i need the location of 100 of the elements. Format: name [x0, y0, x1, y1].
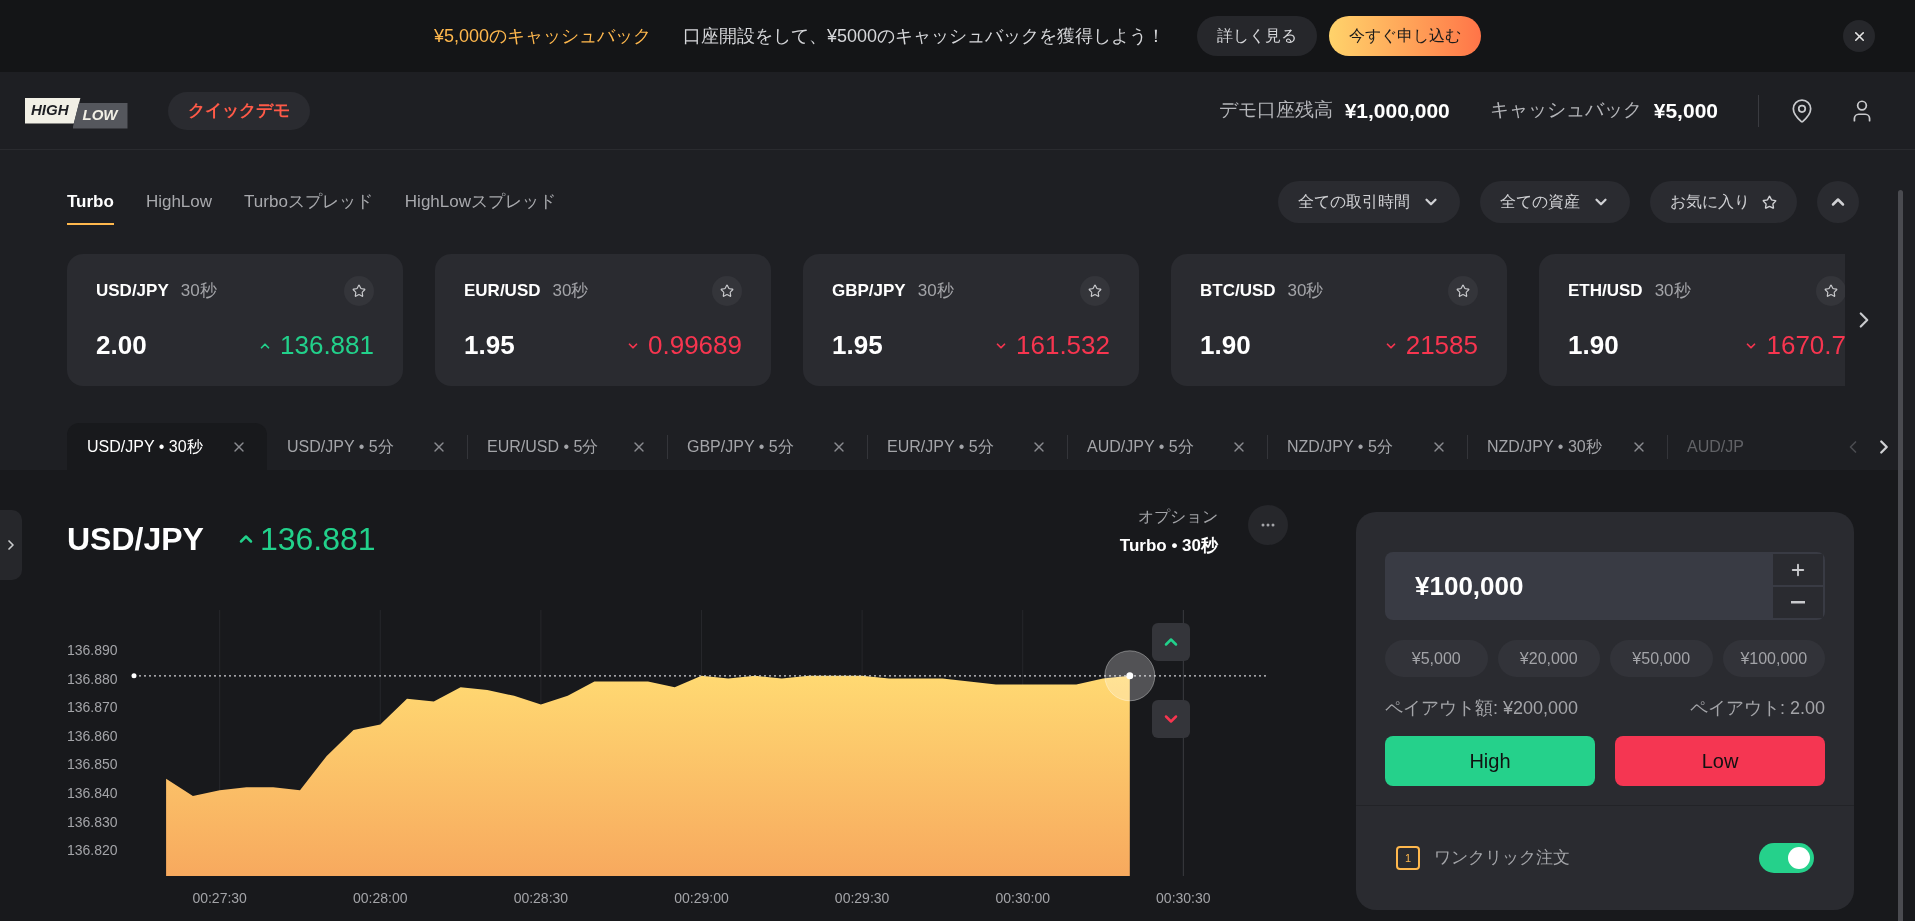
asset-price: 1670.7 — [1766, 329, 1845, 362]
payout-rate: 2.00 — [96, 329, 147, 362]
apply-button[interactable]: 今すぐ申し込む — [1329, 16, 1482, 56]
option-value: Turbo • 30秒 — [1119, 535, 1218, 557]
minus-icon — [1791, 601, 1805, 604]
y-axis-label: 136.820 — [67, 842, 118, 859]
asset-price: 21585 — [1405, 329, 1478, 362]
scrollbar[interactable] — [1898, 190, 1903, 921]
logo[interactable]: HIGH LOW — [25, 92, 128, 129]
x-axis-label: 00:29:30 — [834, 890, 890, 906]
one-click-icon: 1 — [1396, 846, 1420, 870]
increase-button[interactable] — [1773, 554, 1823, 585]
asset-duration: 30秒 — [917, 280, 954, 303]
x-axis-label: 00:30:00 — [995, 890, 1050, 906]
asset-duration: 30秒 — [1287, 280, 1324, 303]
quick-amount-button[interactable]: ¥50,000 — [1610, 640, 1713, 677]
y-axis-label: 136.840 — [67, 785, 118, 802]
y-axis-label: 136.850 — [67, 756, 118, 773]
filter-dropdown[interactable]: 全ての取引時間 — [1278, 181, 1460, 223]
quick-amount-button[interactable]: ¥5,000 — [1385, 640, 1488, 677]
y-axis-label: 136.870 — [67, 699, 118, 716]
asset-price: 136.881 — [280, 329, 374, 362]
star-icon — [1456, 284, 1470, 298]
asset-card[interactable]: USD/JPY 30秒 2.00 136.881 — [67, 254, 403, 386]
chart-up-button[interactable] — [1152, 623, 1190, 661]
filter-dropdown[interactable]: 全ての資産 — [1480, 181, 1630, 223]
current-price-marker — [1104, 650, 1156, 702]
one-click-label: ワンクリック注文 — [1434, 847, 1570, 870]
option-label: オプション — [1138, 507, 1218, 527]
favorites-button[interactable]: お気に入り — [1650, 181, 1797, 223]
asset-pair: USD/JPY — [96, 280, 169, 303]
chart-tab[interactable]: GBP/JPY • 5分 — [667, 423, 867, 470]
balance-value: ¥5,000 — [1653, 97, 1718, 124]
y-axis-label: 136.890 — [67, 642, 118, 659]
asset-duration: 30秒 — [1654, 280, 1691, 303]
star-icon — [720, 284, 734, 298]
favorite-button[interactable] — [1080, 276, 1110, 306]
payout-rate-label: ペイアウト: 2.00 — [1689, 697, 1825, 720]
chart-tab[interactable]: EUR/USD • 5分 — [467, 423, 667, 470]
x-axis-label: 00:29:00 — [674, 890, 729, 906]
asset-card[interactable]: ETH/USD 30秒 1.90 1670.7 — [1539, 254, 1845, 386]
asset-price: 0.99689 — [648, 329, 742, 362]
decrease-button[interactable] — [1773, 587, 1823, 618]
quick-amount-button[interactable]: ¥20,000 — [1497, 640, 1600, 677]
x-axis-label: 00:28:30 — [513, 890, 569, 906]
y-axis-label: 136.830 — [67, 813, 118, 830]
toggle-knob — [1788, 847, 1810, 869]
star-icon — [1824, 284, 1838, 298]
favorite-button[interactable] — [712, 276, 742, 306]
asset-card[interactable]: GBP/JPY 30秒 1.95 161.532 — [803, 254, 1139, 386]
chart-down-button[interactable] — [1152, 700, 1190, 738]
x-axis-label: 00:28:00 — [353, 890, 408, 906]
product-tab[interactable]: Turboスプレッド — [244, 179, 373, 225]
product-tab[interactable]: HighLowスプレッド — [404, 179, 556, 225]
payout-amount: ペイアウト額: ¥200,000 — [1385, 697, 1579, 720]
balance-label: キャッシュバック — [1489, 98, 1642, 123]
quick-amount-button[interactable]: ¥100,000 — [1722, 640, 1825, 677]
balance-label: デモ口座残高 — [1218, 98, 1333, 123]
asset-card[interactable]: EUR/USD 30秒 1.95 0.99689 — [435, 254, 771, 386]
star-icon — [352, 284, 366, 298]
favorite-button[interactable] — [1448, 276, 1478, 306]
chart-tab[interactable]: NZD/JPY • 30秒 — [1467, 423, 1667, 470]
asset-pair: GBP/JPY — [832, 280, 906, 303]
low-button[interactable]: Low — [1615, 736, 1825, 786]
asset-card[interactable]: BTC/USD 30秒 1.90 21585 — [1171, 254, 1507, 386]
chart-tab[interactable]: AUD/JPY • 5分 — [1067, 423, 1267, 470]
chart-tab[interactable]: USD/JPY • 5分 — [267, 423, 467, 470]
promo-message: 口座開設をして、¥5000のキャッシュバックを獲得しよう！ — [683, 24, 1166, 48]
product-tab[interactable]: Turbo — [67, 179, 114, 225]
sidebar-toggle[interactable] — [0, 510, 22, 580]
payout-rate: 1.95 — [464, 329, 515, 362]
product-tab[interactable]: HighLow — [145, 179, 213, 225]
favorite-button[interactable] — [344, 276, 374, 306]
high-button[interactable]: High — [1385, 736, 1595, 786]
favorite-button[interactable] — [1816, 276, 1845, 306]
chart-price: 136.881 — [259, 520, 376, 559]
chart-tab[interactable]: EUR/JPY • 5分 — [867, 423, 1067, 470]
promo-headline: ¥5,000のキャッシュバック — [433, 24, 651, 48]
payout-rate: 1.95 — [832, 329, 883, 362]
details-button[interactable]: 詳しく見る — [1197, 16, 1318, 56]
y-axis-label: 136.860 — [67, 727, 118, 744]
star-icon — [1088, 284, 1102, 298]
collapse-button[interactable] — [1817, 181, 1859, 223]
y-axis-label: 136.880 — [67, 670, 118, 687]
amount-field[interactable]: ¥100,000 — [1385, 552, 1825, 620]
chart-tab[interactable]: NZD/JPY • 5分 — [1267, 423, 1467, 470]
asset-pair: ETH/USD — [1568, 280, 1643, 303]
payout-rate: 1.90 — [1568, 329, 1619, 362]
chart-pair-title: USD/JPY — [67, 520, 204, 559]
asset-duration: 30秒 — [180, 280, 217, 303]
quick-demo-badge[interactable]: クイックデモ — [167, 91, 310, 130]
chart-tab[interactable]: USD/JPY • 30秒 — [67, 423, 267, 470]
asset-pair: EUR/USD — [464, 280, 541, 303]
star-icon — [1762, 194, 1777, 210]
balance-value: ¥1,000,000 — [1344, 97, 1450, 124]
x-axis-label: 00:30:30 — [1156, 890, 1211, 906]
asset-price: 161.532 — [1016, 329, 1110, 362]
one-click-toggle[interactable] — [1759, 843, 1814, 873]
close-button[interactable] — [1843, 20, 1875, 52]
asset-pair: BTC/USD — [1200, 280, 1276, 303]
